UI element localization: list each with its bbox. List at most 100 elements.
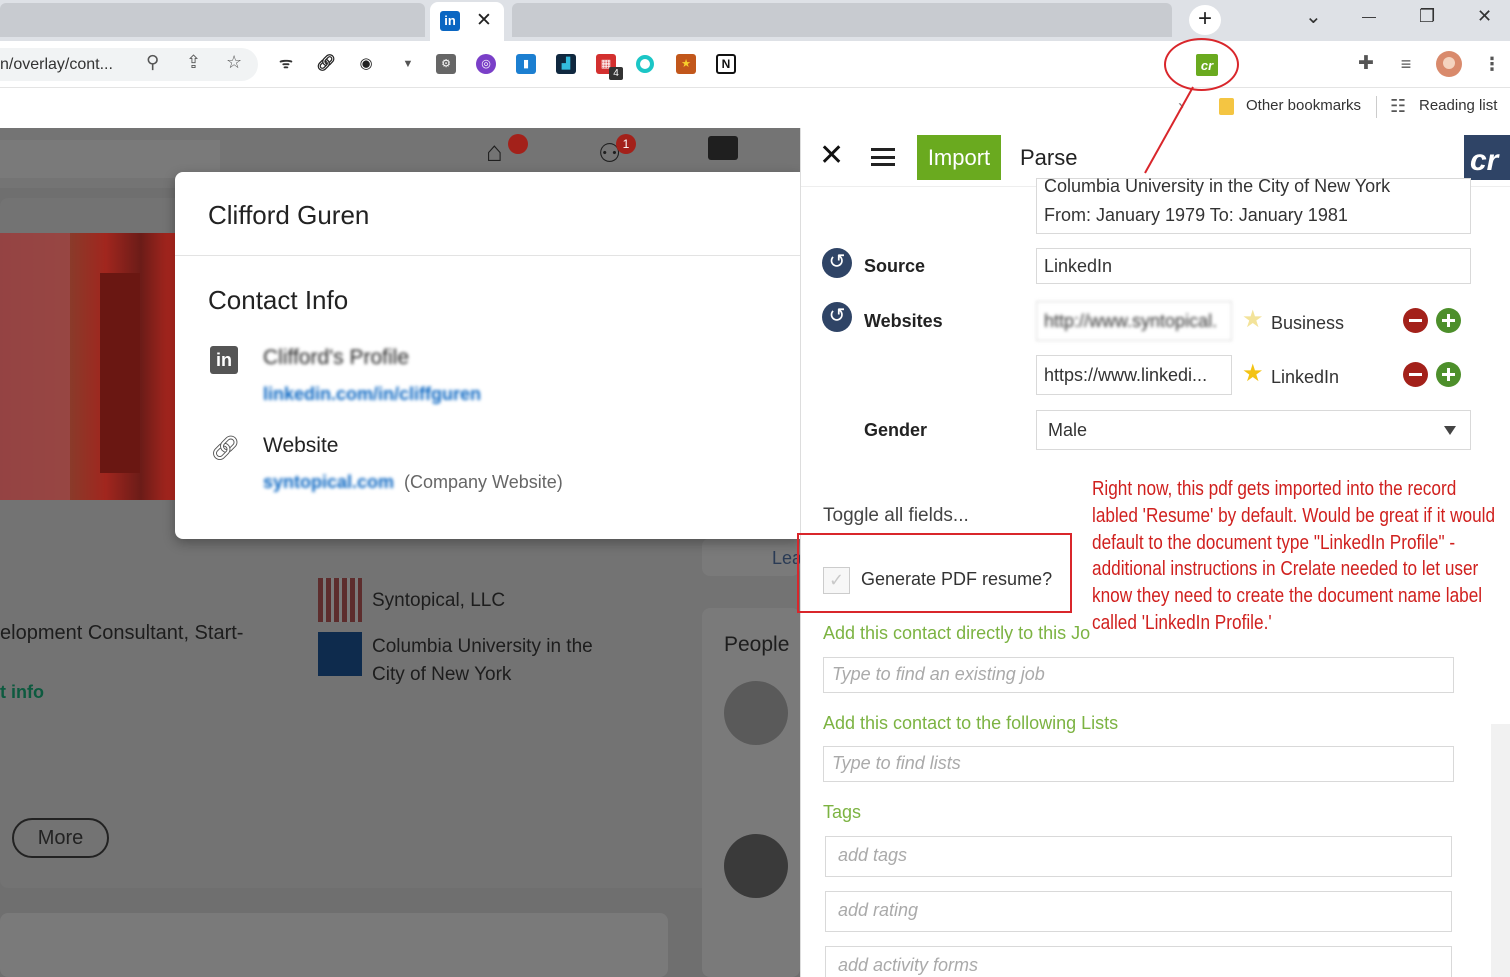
primary-star-icon-on[interactable]: ★ — [1242, 362, 1264, 386]
new-tab-button[interactable]: + — [1189, 5, 1221, 35]
browser-tab-inactive-2[interactable] — [512, 3, 1172, 37]
columbia-logo — [318, 632, 362, 676]
people-heading: People — [724, 633, 790, 656]
education-dates: From: January 1979 To: January 1981 — [1044, 205, 1348, 225]
websites-label: Websites — [864, 311, 943, 331]
website-url-input-1[interactable]: http://www.syntopical. — [1036, 301, 1232, 341]
contact-info-link[interactable]: t info — [0, 682, 44, 703]
profile-url-link[interactable]: linkedin.com/in/cliffguren — [263, 384, 481, 405]
kebab-menu-icon[interactable]: ⋮ — [1482, 54, 1502, 74]
screen: in ✕ + ⌄ — ❐ ✕ n/overlay/cont... ⚲ ⇪ ☆ ᯤ… — [0, 0, 1510, 977]
share-icon[interactable]: ⇪ — [186, 52, 201, 73]
extensions-puzzle-icon[interactable]: ✚ — [1356, 54, 1376, 74]
browser-toolbar: n/overlay/cont... ⚲ ⇪ ☆ ᯤ 🔗︎ ◉ ▼ ⚙ ◎ ▮ ▟… — [0, 41, 1510, 88]
undo-websites-icon[interactable]: ↺ — [822, 302, 852, 332]
puzzle-extension-icon[interactable]: ⚙ — [436, 54, 456, 74]
close-window-button[interactable]: ✕ — [1477, 6, 1492, 27]
reading-list-link[interactable]: Reading list — [1419, 97, 1497, 114]
home-badge — [508, 134, 528, 154]
tags-input[interactable]: add tags — [825, 836, 1452, 877]
remove-website-button-2[interactable] — [1403, 362, 1428, 387]
lists-search-input[interactable]: Type to find lists — [823, 746, 1454, 782]
address-bar-url[interactable]: n/overlay/cont... — [0, 56, 113, 74]
minimize-button[interactable]: — — [1362, 8, 1376, 24]
hide-extension-icon[interactable]: ◉ — [356, 54, 376, 74]
folder-icon — [1219, 98, 1234, 115]
maximize-button[interactable]: ❐ — [1419, 6, 1435, 27]
chart-extension-icon[interactable]: ▟ — [556, 54, 576, 74]
browser-tab-bar: in ✕ + ⌄ — ❐ ✕ — [0, 0, 1510, 41]
education-field[interactable]: Columbia University in the City of New Y… — [1036, 176, 1471, 234]
add-to-job-label: Add this contact directly to this Jo — [823, 623, 1091, 643]
website-link[interactable]: syntopical.com — [263, 472, 394, 493]
school-name-line2[interactable]: City of New York — [372, 664, 511, 686]
person-avatar[interactable] — [724, 681, 788, 745]
wifi-extension-icon[interactable]: ᯤ — [276, 54, 296, 74]
education-school: Columbia University in the City of New Y… — [1044, 176, 1391, 196]
zoom-icon[interactable]: ⚲ — [146, 52, 159, 73]
profile-headline: elopment Consultant, Start- — [0, 622, 244, 644]
add-website-button-1[interactable] — [1436, 308, 1461, 333]
primary-star-icon-off[interactable]: ★ — [1242, 308, 1264, 332]
tab-import[interactable]: Import — [917, 135, 1001, 180]
company-name[interactable]: Syntopical, LLC — [372, 590, 505, 612]
home-nav-icon[interactable]: ⌂ — [486, 136, 503, 168]
browser-tab-linkedin[interactable]: in ✕ — [430, 2, 504, 41]
tab-close-icon[interactable]: ✕ — [476, 9, 492, 32]
source-input[interactable]: LinkedIn — [1036, 248, 1471, 284]
extension-menu-chevron-icon[interactable]: ▼ — [398, 54, 418, 74]
contact-name: Clifford Guren — [208, 200, 370, 230]
link-extension-icon[interactable]: 🔗︎ — [316, 54, 336, 74]
crelate-logo: cr — [1464, 135, 1510, 180]
annotation-arrow-line — [1144, 86, 1194, 174]
learn-link[interactable]: Lea — [772, 548, 800, 569]
toggle-all-fields-link[interactable]: Toggle all fields... — [823, 505, 969, 527]
profile-avatar[interactable] — [1436, 51, 1462, 77]
annotation-note: Right now, this pdf gets imported into t… — [1092, 478, 1496, 634]
bookmark-star-icon[interactable]: ☆ — [226, 52, 242, 73]
browser-tab-inactive[interactable] — [0, 3, 425, 37]
profile-label: Clifford's Profile — [263, 346, 410, 369]
bookmark-divider — [1376, 96, 1377, 118]
tab-search-chevron-icon[interactable]: ⌄ — [1305, 4, 1322, 29]
reading-list-icon: ☷ — [1390, 96, 1407, 116]
annotation-highlight-circle — [1164, 38, 1239, 91]
close-panel-button[interactable]: ✕ — [819, 141, 844, 171]
add-website-button-2[interactable] — [1436, 362, 1461, 387]
panel-scrollbar[interactable] — [1491, 724, 1510, 977]
tags-label: Tags — [823, 802, 862, 822]
gender-select[interactable]: Male — [1036, 410, 1471, 450]
website-url-input-2[interactable]: https://www.linkedi... — [1036, 355, 1232, 395]
add-to-lists-label: Add this contact to the following Lists — [823, 713, 1119, 733]
color-extension-icon[interactable]: ◎ — [476, 54, 496, 74]
extension-badge: 4 — [609, 67, 623, 80]
star-extension-icon[interactable]: ★ — [676, 54, 696, 74]
website-type-1[interactable]: Business — [1271, 313, 1344, 334]
blue-extension-icon[interactable]: ▮ — [516, 54, 536, 74]
activity-forms-input[interactable]: add activity forms — [825, 946, 1452, 977]
bookmark-bar: › Other bookmarks ☷ Reading list — [0, 88, 1510, 128]
contact-info-modal: Clifford Guren Contact Info in Clifford'… — [175, 172, 800, 539]
person-avatar-2[interactable] — [724, 834, 788, 898]
remove-website-button-1[interactable] — [1403, 308, 1428, 333]
contact-info-title: Contact Info — [208, 285, 349, 315]
website-type-2[interactable]: LinkedIn — [1271, 367, 1339, 388]
media-control-icon[interactable]: ≡ — [1396, 54, 1416, 74]
address-bar[interactable]: n/overlay/cont... ⚲ ⇪ ☆ — [0, 48, 258, 81]
school-name-line1[interactable]: Columbia University in the — [372, 636, 593, 658]
rating-input[interactable]: add rating — [825, 891, 1452, 932]
profile-banner-image — [0, 233, 176, 500]
hamburger-menu-icon[interactable] — [871, 148, 895, 166]
modal-divider — [175, 255, 800, 256]
more-button[interactable]: More — [12, 818, 109, 858]
notion-extension-icon[interactable]: N — [716, 54, 736, 74]
jobs-nav-icon[interactable] — [708, 136, 738, 160]
circle-extension-icon[interactable] — [636, 55, 654, 73]
syntopical-logo — [318, 578, 362, 622]
gender-label: Gender — [864, 420, 928, 440]
other-bookmarks-link[interactable]: Other bookmarks — [1246, 97, 1361, 114]
undo-source-icon[interactable]: ↺ — [822, 248, 852, 278]
linkedin-favicon-icon: in — [440, 11, 460, 31]
people-card — [702, 608, 800, 977]
job-search-input[interactable]: Type to find an existing job — [823, 657, 1454, 693]
